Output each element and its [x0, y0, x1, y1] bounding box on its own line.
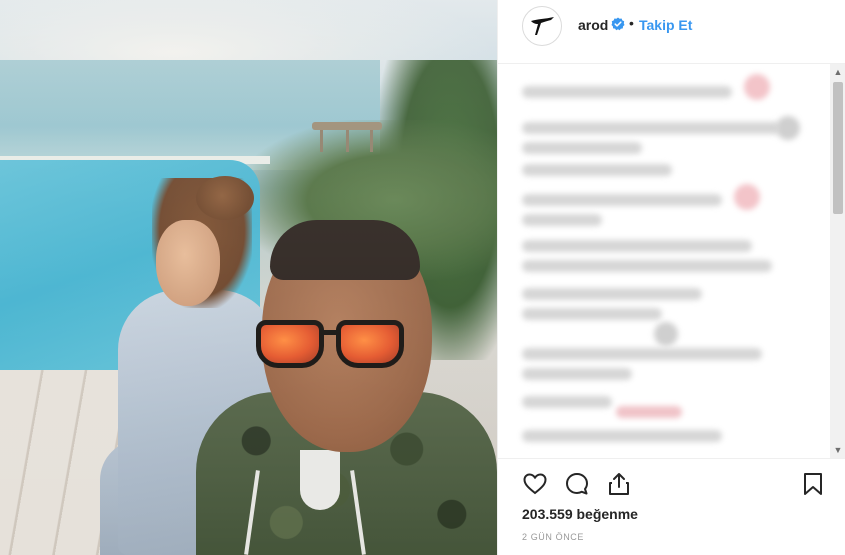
share-icon[interactable]: [606, 471, 632, 497]
blurred-comment: [522, 288, 702, 300]
blurred-comment: [522, 368, 632, 380]
blurred-comment: [522, 194, 722, 206]
blurred-emoji: [734, 184, 760, 210]
separator-dot: •: [629, 15, 634, 31]
blurred-comment: [522, 348, 762, 360]
bookmark-icon[interactable]: [800, 471, 826, 497]
blurred-emoji: [616, 406, 682, 418]
chevron-down-icon[interactable]: ▼: [830, 442, 845, 458]
post-header: arod • Takip Et: [498, 0, 845, 64]
blurred-comment: [522, 260, 772, 272]
blurred-comment: [522, 430, 722, 442]
post-timestamp[interactable]: 2 GÜN ÖNCE: [522, 532, 584, 542]
heart-icon[interactable]: [522, 471, 548, 497]
blurred-emoji: [744, 74, 770, 100]
likes-count[interactable]: 203.559 beğenme: [522, 506, 638, 522]
blurred-avatar: [654, 322, 678, 346]
post-panel: arod • Takip Et ▲ ▼ 203.559 beğenme 2 GÜ…: [497, 0, 845, 555]
blurred-comment: [522, 142, 642, 154]
verified-badge-icon: [611, 17, 625, 31]
blurred-avatar: [776, 116, 800, 140]
comments-list[interactable]: [498, 64, 830, 458]
post-photo[interactable]: [0, 0, 497, 555]
blurred-comment: [522, 214, 602, 226]
blurred-comment: [522, 396, 612, 408]
blurred-comment: [522, 86, 732, 98]
scrollbar-thumb[interactable]: [833, 82, 843, 214]
comment-icon[interactable]: [564, 471, 590, 497]
blurred-comment: [522, 164, 672, 176]
blurred-comment: [522, 122, 780, 134]
chevron-up-icon[interactable]: ▲: [830, 64, 845, 80]
blurred-comment: [522, 308, 662, 320]
blurred-comment: [522, 240, 752, 252]
follow-button[interactable]: Takip Et: [639, 17, 692, 33]
username-link[interactable]: arod: [578, 17, 608, 33]
comments-scrollbar[interactable]: ▲ ▼: [830, 64, 845, 458]
arod-logo-icon[interactable]: [522, 6, 562, 46]
action-bar: [498, 458, 845, 510]
